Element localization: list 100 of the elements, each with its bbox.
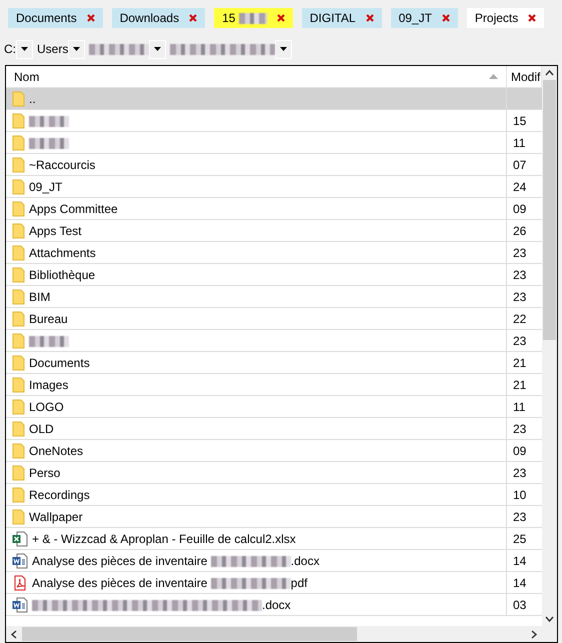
- file-name: 09_JT: [29, 180, 62, 194]
- file-row[interactable]: Bureau 22: [6, 308, 543, 330]
- pdf-icon: [12, 574, 28, 590]
- folder-icon: [12, 90, 25, 106]
- modified-date: 23: [513, 422, 526, 436]
- document-icon: [12, 596, 28, 612]
- close-icon[interactable]: [189, 14, 198, 22]
- dropdown-button[interactable]: [16, 40, 33, 58]
- modified-date: 11: [513, 136, 526, 150]
- close-icon[interactable]: [276, 14, 285, 22]
- close-icon[interactable]: [366, 14, 374, 22]
- modified-date: 26: [513, 224, 526, 238]
- file-row[interactable]: .docx 03: [6, 594, 543, 616]
- file-row[interactable]: Analyse des pièces de inventaire pdf 14: [6, 572, 543, 594]
- folder-icon: [12, 376, 25, 392]
- folder-icon: [12, 200, 25, 216]
- column-header[interactable]: Nom: [6, 66, 507, 87]
- file-name: Analyse des pièces de inventaire: [32, 576, 208, 590]
- path-segment[interactable]: C:: [4, 42, 16, 56]
- file-name: BIM: [29, 290, 50, 304]
- file-row[interactable]: OneNotes 09: [6, 440, 543, 462]
- file-name: + & - Wizzcad & Aproplan - Feuille de calcul2.xlsx: [32, 532, 296, 546]
- scroll-thumb[interactable]: [22, 627, 357, 641]
- tab[interactable]: DIGITAL: [302, 8, 382, 28]
- close-icon[interactable]: [442, 14, 450, 22]
- folder-icon: [12, 442, 25, 458]
- file-row[interactable]: Documents 21: [6, 352, 543, 374]
- file-row[interactable]: Wallpaper 23: [6, 506, 543, 528]
- modified-date: 23: [513, 334, 526, 348]
- close-icon[interactable]: [528, 14, 536, 22]
- folder-icon: [12, 112, 25, 128]
- modified-date: 11: [513, 400, 526, 414]
- tab[interactable]: Documents: [8, 8, 103, 28]
- file-row[interactable]: Images 21: [6, 374, 543, 396]
- file-row[interactable]: Analyse des pièces de inventaire .docx 14: [6, 550, 543, 572]
- file-name: OneNotes: [29, 444, 84, 458]
- folder-icon: [12, 134, 25, 150]
- document-icon: [12, 552, 28, 568]
- file-row[interactable]: Bibliothèque 23: [6, 264, 543, 286]
- file-row[interactable]: OLD 23: [6, 418, 543, 440]
- redacted-text: [29, 116, 69, 127]
- file-row[interactable]: Recordings 10: [6, 484, 543, 506]
- file-name: ..: [29, 92, 36, 106]
- file-row[interactable]: Apps Committee 09: [6, 198, 543, 220]
- dropdown-button[interactable]: [275, 40, 292, 58]
- tab[interactable]: 15: [214, 8, 293, 28]
- file-name: Bureau: [29, 312, 68, 326]
- tab[interactable]: Projects: [466, 8, 544, 28]
- redacted-text: [29, 336, 69, 347]
- file-name: Documents: [29, 356, 90, 370]
- file-name: OLD: [29, 422, 54, 436]
- modified-date: 21: [513, 378, 526, 392]
- file-name: .docx: [290, 554, 320, 568]
- file-row[interactable]: BIM 23: [6, 286, 543, 308]
- file-row[interactable]: ..: [6, 88, 543, 110]
- scroll-thumb[interactable]: [543, 80, 556, 340]
- vertical-scrollbar[interactable]: [542, 66, 557, 626]
- modified-date: 09: [513, 202, 526, 216]
- path-segment[interactable]: Users: [37, 42, 68, 56]
- file-name: Images: [29, 378, 68, 392]
- folder-icon: [12, 354, 25, 370]
- folder-icon: [12, 310, 25, 326]
- modified-date: 09: [513, 444, 526, 458]
- file-name: Bibliothèque: [29, 268, 96, 282]
- file-name: pdf: [290, 576, 308, 590]
- modified-date: 24: [513, 180, 526, 194]
- file-name: LOGO: [29, 400, 64, 414]
- tab[interactable]: 09_JT: [390, 8, 458, 28]
- file-row[interactable]: 11: [6, 132, 543, 154]
- file-row[interactable]: 23: [6, 330, 543, 352]
- file-row[interactable]: LOGO 11: [6, 396, 543, 418]
- close-icon[interactable]: [86, 14, 95, 22]
- tab[interactable]: Downloads: [112, 8, 206, 28]
- file-row[interactable]: Attachments 23: [6, 242, 543, 264]
- column-title: Nom: [14, 70, 40, 84]
- horizontal-scrollbar[interactable]: [6, 626, 557, 642]
- file-name: Apps Test: [29, 224, 82, 238]
- modified-date: 23: [513, 466, 526, 480]
- file-row[interactable]: Apps Test 26: [6, 220, 543, 242]
- file-row[interactable]: + & - Wizzcad & Aproplan - Feuille de calcul2.xlsx 25: [6, 528, 543, 550]
- modified-date: 23: [513, 510, 526, 524]
- redacted-text: [89, 44, 150, 56]
- file-row[interactable]: Perso 23: [6, 462, 543, 484]
- file-row[interactable]: 15: [6, 110, 543, 132]
- file-name: Analyse des pièces de inventaire: [32, 554, 208, 568]
- folder-icon: [12, 266, 25, 282]
- caret-icon: [154, 47, 162, 51]
- folder-icon: [12, 398, 25, 414]
- folder-icon: [12, 222, 25, 238]
- tab-label: 09_JT: [398, 11, 432, 25]
- file-name: Wallpaper: [29, 510, 83, 524]
- tab-label: Documents: [16, 11, 77, 25]
- dropdown-button[interactable]: [149, 40, 166, 58]
- file-row[interactable]: 09_JT 24: [6, 176, 543, 198]
- dropdown-button[interactable]: [68, 40, 86, 58]
- folder-icon: [12, 486, 25, 502]
- folder-icon: [12, 420, 25, 436]
- file-row[interactable]: ~Raccourcis 07: [6, 154, 543, 176]
- modified-date: 25: [513, 532, 526, 546]
- caret-icon: [280, 47, 288, 51]
